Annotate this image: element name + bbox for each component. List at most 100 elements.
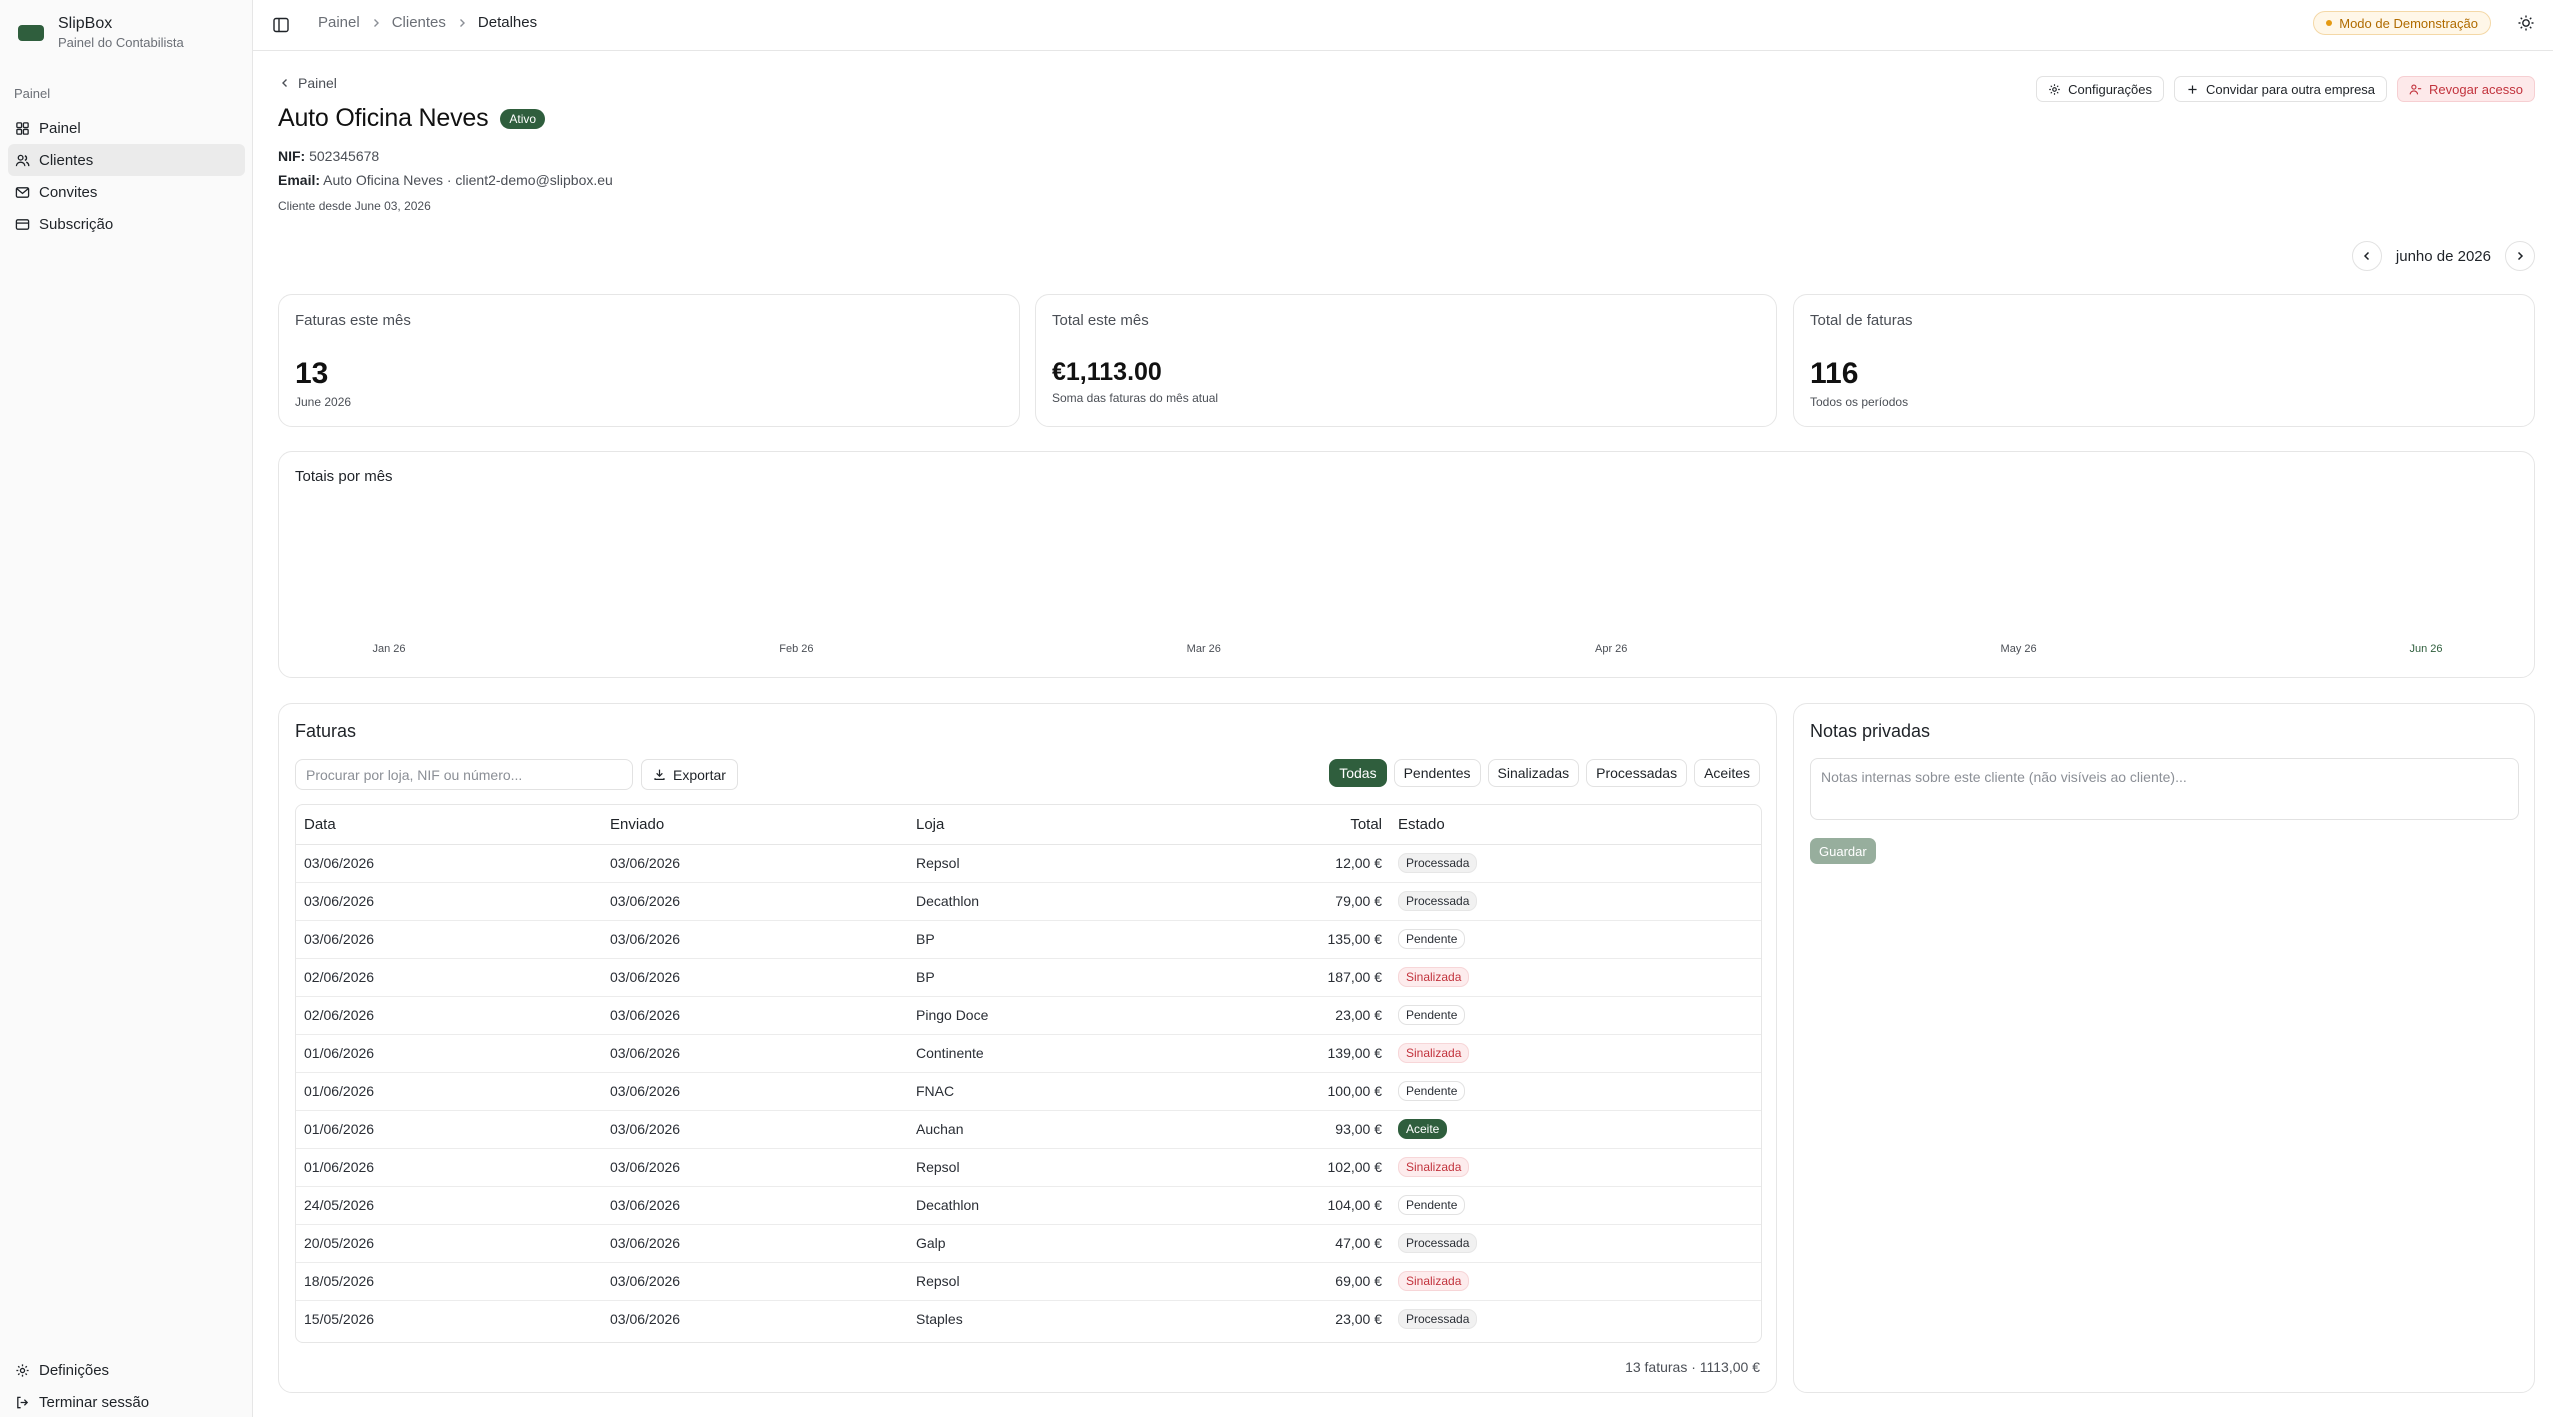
filter-chip-processadas[interactable]: Processadas	[1586, 759, 1688, 787]
sidebar-item-painel[interactable]: Painel	[8, 112, 245, 144]
cell-loja: Continente	[908, 1034, 1170, 1073]
x-tick-label: Apr 26	[1595, 643, 1627, 655]
app-name: SlipBox	[58, 15, 113, 32]
demo-dot-icon	[2326, 20, 2333, 26]
table-row[interactable]: 02/06/2026 03/06/2026 Pingo Doce 23,00 € Pen…	[296, 996, 1761, 1035]
stat-label: Total este mês	[1052, 312, 1149, 329]
cell-data: 20/05/2026	[296, 1224, 602, 1263]
sidebar-item-logout[interactable]: Terminar sessão	[8, 1386, 245, 1418]
cell-data: 03/06/2026	[296, 844, 602, 883]
status-badge: Processada	[1398, 853, 1478, 873]
invoice-search-input[interactable]	[295, 759, 633, 790]
stat-value: 13	[295, 357, 329, 390]
cell-estado: Pendente	[1390, 996, 1761, 1035]
table-row[interactable]: 01/06/2026 03/06/2026 Continente 139,00 € Si…	[296, 1034, 1761, 1073]
column-header-estado[interactable]: Estado	[1390, 805, 1761, 845]
back-link[interactable]: Painel	[280, 75, 337, 91]
chevron-left-icon	[280, 78, 290, 88]
cell-loja: BP	[908, 958, 1170, 997]
card-icon	[15, 217, 30, 232]
private-notes-card: Notas privadas Guardar	[1793, 703, 2535, 1393]
table-row[interactable]: 20/05/2026 03/06/2026 Galp 47,00 € Processad…	[296, 1224, 1761, 1263]
column-header-loja[interactable]: Loja	[908, 805, 1170, 845]
sidebar-item-subscricao[interactable]: Subscrição	[8, 208, 245, 240]
cell-total: 100,00 €	[1170, 1072, 1390, 1111]
cell-estado: Sinalizada	[1390, 1034, 1761, 1073]
table-row[interactable]: 03/06/2026 03/06/2026 Repsol 12,00 € Process…	[296, 844, 1761, 883]
cell-estado: Processada	[1390, 882, 1761, 921]
client-actions: Configurações Convidar para outra empres…	[2036, 76, 2535, 102]
save-notes-button[interactable]: Guardar	[1810, 838, 1876, 864]
table-row[interactable]: 01/06/2026 03/06/2026 Repsol 102,00 € Sinali…	[296, 1148, 1761, 1187]
sidebar-item-clientes[interactable]: Clientes	[8, 144, 245, 176]
cell-enviado: 03/06/2026	[602, 1224, 908, 1263]
cell-data: 02/06/2026	[296, 996, 602, 1035]
cell-enviado: 03/06/2026	[602, 844, 908, 883]
sidebar-item-definicoes[interactable]: Definições	[8, 1354, 245, 1386]
sidebar-bottom: Definições Terminar sessão	[8, 1354, 245, 1418]
cell-loja: Galp	[908, 1224, 1170, 1263]
revoke-access-button[interactable]: Revogar acesso	[2397, 76, 2535, 102]
invite-button[interactable]: Convidar para outra empresa	[2173, 76, 2388, 102]
next-month-button[interactable]	[2505, 241, 2535, 271]
client-nif: NIF: 502345678	[278, 148, 379, 164]
export-button[interactable]: Exportar	[641, 759, 738, 790]
table-row[interactable]: 03/06/2026 03/06/2026 Decathlon 79,00 € Proc…	[296, 882, 1761, 921]
sidebar-item-convites[interactable]: Convites	[8, 176, 245, 208]
column-header-data[interactable]: Data	[296, 805, 602, 845]
cell-data: 03/06/2026	[296, 882, 602, 921]
sidebar-toggle-icon[interactable]	[271, 15, 291, 35]
invoices-card: Faturas Exportar TodasPendentesSinalizad…	[278, 703, 1777, 1393]
previous-month-button[interactable]	[2351, 241, 2382, 271]
sidebar-item-label: Subscrição	[39, 215, 114, 233]
stat-sub: June 2026	[295, 395, 352, 409]
table-row[interactable]: 24/05/2026 03/06/2026 Decathlon 104,00 € Pen…	[296, 1186, 1761, 1225]
column-header-total[interactable]: Total	[1170, 805, 1390, 845]
email-value: Auto Oficina Neves · client2-demo@slipbo…	[323, 172, 613, 188]
filter-chip-aceites[interactable]: Aceites	[1694, 759, 1760, 787]
demo-mode-badge: Modo de Demonstração	[2313, 11, 2491, 35]
sun-icon[interactable]	[2517, 14, 2535, 32]
table-row[interactable]: 15/05/2026 03/06/2026 Staples 23,00 € Proces…	[296, 1300, 1761, 1338]
x-tick-label: Mar 26	[1187, 643, 1221, 655]
cell-enviado: 03/06/2026	[602, 1110, 908, 1149]
cell-total: 93,00 €	[1170, 1110, 1390, 1149]
topbar: Painel Clientes Detalhes Modo de Demonst…	[253, 0, 2553, 51]
cell-enviado: 03/06/2026	[602, 958, 908, 997]
table-row[interactable]: 01/06/2026 03/06/2026 FNAC 100,00 € Pendente	[296, 1072, 1761, 1111]
month-navigator: junho de 2026	[2351, 241, 2535, 271]
cell-data: 01/06/2026	[296, 1148, 602, 1187]
breadcrumb-clientes[interactable]: Clientes	[392, 14, 446, 31]
table-row[interactable]: 18/05/2026 03/06/2026 Repsol 69,00 € Sinaliz…	[296, 1262, 1761, 1301]
stat-label: Faturas este mês	[295, 312, 411, 329]
cell-loja: BP	[908, 920, 1170, 959]
filter-chip-pendentes[interactable]: Pendentes	[1393, 759, 1481, 787]
column-header-enviado[interactable]: Enviado	[602, 805, 908, 845]
stat-sub: Todos os períodos	[1810, 395, 1909, 409]
stat-card-invoices-month: Faturas este mês 13 June 2026	[278, 294, 1020, 427]
cell-data: 01/06/2026	[296, 1034, 602, 1073]
table-row[interactable]: 01/06/2026 03/06/2026 Auchan 93,00 € Aceite	[296, 1110, 1761, 1149]
demo-mode-label: Modo de Demonstração	[2339, 15, 2478, 31]
private-notes-textarea[interactable]	[1810, 758, 2519, 820]
stat-card-total-month: Total este mês €1,113.00 Soma das fatura…	[1035, 294, 1777, 427]
cell-total: 102,00 €	[1170, 1148, 1390, 1187]
sidebar-item-label: Convites	[39, 183, 98, 201]
export-label: Exportar	[673, 766, 726, 783]
cell-total: 47,00 €	[1170, 1224, 1390, 1263]
status-badge: Sinalizada	[1398, 967, 1470, 987]
table-row[interactable]: 03/06/2026 03/06/2026 BP 135,00 € Pendente	[296, 920, 1761, 959]
cell-loja: FNAC	[908, 1072, 1170, 1111]
cell-data: 24/05/2026	[296, 1186, 602, 1225]
status-badge: Sinalizada	[1398, 1271, 1470, 1291]
settings-button[interactable]: Configurações	[2036, 76, 2164, 102]
table-row[interactable]: 02/06/2026 03/06/2026 BP 187,00 € Sinalizada	[296, 958, 1761, 997]
breadcrumb-painel[interactable]: Painel	[318, 14, 360, 31]
filter-chip-sinalizadas[interactable]: Sinalizadas	[1487, 759, 1580, 787]
cell-estado: Sinalizada	[1390, 1262, 1761, 1301]
invite-label: Convidar para outra empresa	[2205, 81, 2376, 97]
cell-loja: Repsol	[908, 1262, 1170, 1301]
filter-chip-todas[interactable]: Todas	[1329, 759, 1387, 787]
x-tick-label: Jun 26	[2409, 643, 2442, 655]
brand[interactable]: SlipBox Painel do Contabilista	[18, 14, 184, 52]
